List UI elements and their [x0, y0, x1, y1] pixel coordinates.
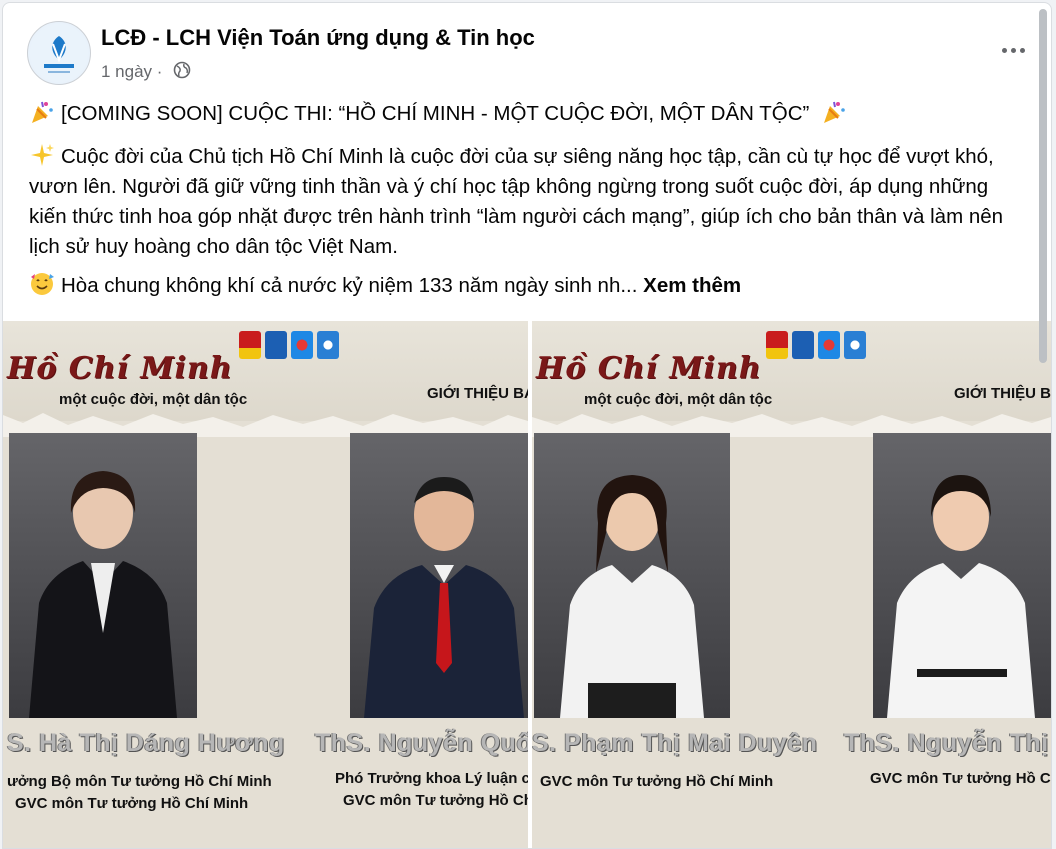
person-role-1a: ưởng Bộ môn Tư tưởng Hồ Chí Minh — [7, 773, 272, 790]
post-line-3: Hòa chung không khí cả nước kỷ niệm 133 … — [29, 271, 1031, 301]
more-options-button[interactable] — [993, 35, 1033, 65]
poster-intro: GIỚI THIỆU BAN CỐ — [427, 385, 528, 402]
party-popper-icon — [32, 101, 53, 123]
portrait-photo-3 — [534, 433, 730, 718]
person-role-4a: GVC môn Tư tưởng Hồ Chí Mi — [870, 770, 1051, 787]
person-name-3: S. Phạm Thị Mai Duyên — [532, 729, 818, 757]
person-role-2a: Phó Trưởng khoa Lý luận chính — [335, 770, 528, 787]
smiling-face-icon — [31, 273, 54, 295]
poster-intro: GIỚI THIỆU BAN CỐ — [954, 385, 1051, 402]
post-headline: [COMING SOON] CUỘC THI: “HỒ CHÍ MINH - M… — [61, 102, 810, 125]
facebook-post: LCĐ - LCH Viện Toán ứng dụng & Tin học 1… — [2, 2, 1052, 849]
person-name-2: ThS. Nguyễn Quốc B — [315, 729, 528, 757]
post-time-label[interactable]: 1 ngày — [101, 62, 152, 81]
logo-3 — [818, 331, 840, 359]
page-logo-icon — [30, 24, 88, 82]
poster-subtitle: một cuộc đời, một dân tộc — [584, 391, 773, 408]
poster-title: Hồ Chí Minh — [536, 351, 762, 386]
photo-gallery: Hồ Chí Minh một cuộc đời, một dân tộc GI… — [3, 321, 1051, 848]
party-popper-icon — [824, 101, 845, 123]
person-name-4: ThS. Nguyễn Thị Thu — [844, 729, 1051, 757]
person-role-1b: GVC môn Tư tưởng Hồ Chí Minh — [15, 795, 249, 812]
post-body-text: Cuộc đời của Chủ tịch Hồ Chí Minh là cuộ… — [29, 145, 1004, 258]
logo-4 — [317, 331, 339, 359]
post-line-1: [COMING SOON] CUỘC THI: “HỒ CHÍ MINH - M… — [29, 99, 1031, 129]
portrait-photo-2 — [350, 433, 528, 718]
logo-3 — [291, 331, 313, 359]
person-silhouette — [887, 475, 1035, 718]
portrait-photo-4 — [873, 433, 1051, 718]
logo-1 — [239, 331, 261, 359]
person-silhouette — [29, 471, 177, 718]
logo-sami — [265, 331, 287, 359]
person-silhouette — [364, 477, 524, 718]
sponsor-logos — [766, 331, 866, 359]
post-time[interactable]: 1 ngày · — [101, 62, 162, 82]
more-icon-dot — [1010, 47, 1016, 53]
poster-subtitle: một cuộc đời, một dân tộc — [59, 391, 248, 408]
gallery-image-2[interactable]: Hồ Chí Minh một cuộc đời, một dân tộc GI… — [532, 321, 1051, 848]
post-truncated-text: Hòa chung không khí cả nước kỷ niệm 133 … — [61, 274, 638, 297]
person-role-3a: GVC môn Tư tưởng Hồ Chí Minh — [540, 773, 774, 790]
post-paragraph: Cuộc đời của Chủ tịch Hồ Chí Minh là cuộ… — [29, 142, 1031, 262]
more-icon-dot — [1001, 47, 1007, 53]
person-name-1: S. Hà Thị Dáng Hương — [7, 729, 285, 757]
see-more-link[interactable]: Xem thêm — [643, 274, 741, 297]
sponsor-logos — [239, 331, 339, 359]
more-icon-dot — [1019, 47, 1025, 53]
person-silhouette — [560, 475, 704, 718]
logo-4 — [844, 331, 866, 359]
separator-dot: · — [156, 62, 163, 81]
sparkles-icon — [31, 144, 54, 166]
page-avatar[interactable] — [27, 21, 91, 85]
logo-1 — [766, 331, 788, 359]
portrait-photo-1 — [9, 433, 197, 718]
person-role-2b: GVC môn Tư tưởng Hồ Chí Mi — [343, 792, 528, 809]
page-name[interactable]: LCĐ - LCH Viện Toán ứng dụng & Tin học — [101, 25, 535, 51]
logo-sami — [792, 331, 814, 359]
poster-title: Hồ Chí Minh — [7, 351, 233, 386]
gallery-image-1[interactable]: Hồ Chí Minh một cuộc đời, một dân tộc GI… — [3, 321, 528, 848]
globe-icon — [173, 61, 191, 79]
post-header: LCĐ - LCH Viện Toán ứng dụng & Tin học 1… — [3, 3, 1051, 93]
scrollbar-thumb[interactable] — [1039, 9, 1047, 363]
